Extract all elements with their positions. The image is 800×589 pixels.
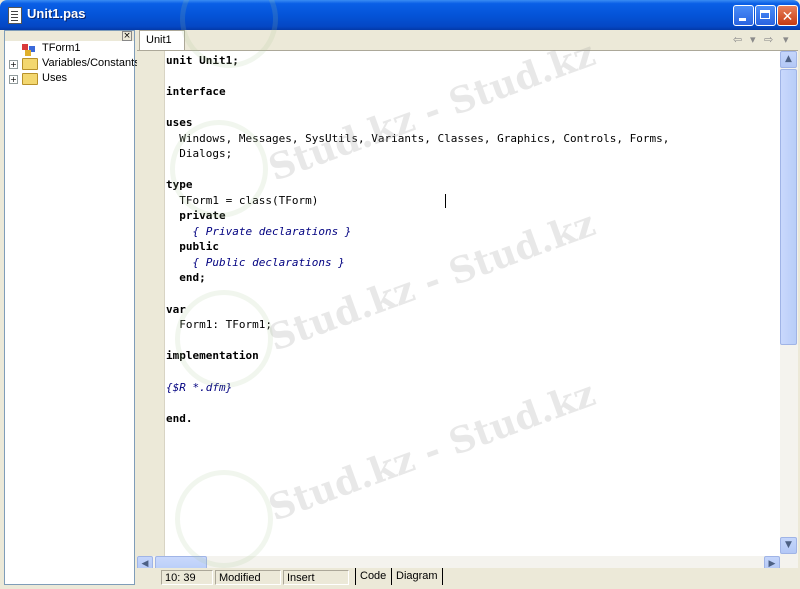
expand-icon[interactable]: + xyxy=(9,60,18,69)
code-line: TForm1 = class(TForm) xyxy=(166,194,319,207)
code-comment: { Private declarations } xyxy=(166,225,352,238)
code-line: var xyxy=(166,303,186,316)
modified-indicator: Modified xyxy=(215,570,281,585)
code-line: uses xyxy=(166,116,193,129)
tab-diagram[interactable]: Diagram xyxy=(391,568,443,585)
folder-icon xyxy=(22,58,38,70)
cursor-position: 10: 39 xyxy=(161,570,213,585)
editor-window: Unit1.pas ✕ × TForm1 + Variables/Constan… xyxy=(0,0,800,589)
code-line: end. xyxy=(166,412,193,425)
code-line: end; xyxy=(166,271,206,284)
code-line: public xyxy=(166,240,219,253)
explorer-header: × xyxy=(5,31,134,41)
code-line: Windows, Messages, SysUtils, Variants, C… xyxy=(166,132,670,145)
back-arrow-icon[interactable]: ⇦ xyxy=(733,33,742,46)
code-line: interface xyxy=(166,85,226,98)
insert-mode-indicator: Insert xyxy=(283,570,349,585)
minimize-button[interactable] xyxy=(733,5,754,26)
code-area[interactable]: unit Unit1; interface uses Windows, Mess… xyxy=(165,51,780,584)
forward-dropdown-icon[interactable]: ▾ xyxy=(783,33,789,46)
close-button[interactable]: ✕ xyxy=(777,5,798,26)
vertical-scrollbar[interactable]: ▲ ▼ xyxy=(780,51,798,584)
tree-item-label: TForm1 xyxy=(42,42,81,54)
code-comment: {$R *.dfm} xyxy=(166,381,233,394)
tree-item-label: Variables/Constants xyxy=(42,57,140,69)
editor-tab-bar: Unit1 ⇦ ▾ ⇨ ▾ xyxy=(137,30,798,51)
expand-icon[interactable]: + xyxy=(9,75,18,84)
document-icon xyxy=(8,7,22,24)
editor-gutter xyxy=(137,51,165,584)
status-bar: 10: 39 Modified Insert Code Diagram xyxy=(137,568,798,587)
forward-arrow-icon[interactable]: ⇨ xyxy=(764,33,773,46)
code-line: private xyxy=(166,209,226,222)
tree-item-label: Uses xyxy=(42,72,68,84)
code-line: Dialogs; xyxy=(166,147,233,160)
scroll-down-icon[interactable]: ▼ xyxy=(780,537,797,554)
code-editor: Unit1 ⇦ ▾ ⇨ ▾ unit Unit1; interface uses… xyxy=(137,30,798,587)
code-line: type xyxy=(166,178,193,191)
code-line: implementation xyxy=(166,349,259,362)
vertical-scroll-thumb[interactable] xyxy=(780,69,797,345)
title-bar[interactable]: Unit1.pas ✕ xyxy=(0,0,800,30)
text-caret xyxy=(445,194,446,208)
code-line: Form1: TForm1; xyxy=(166,318,272,331)
maximize-button[interactable] xyxy=(755,5,776,26)
code-comment: { Public declarations } xyxy=(166,256,345,269)
folder-icon xyxy=(22,73,38,85)
code-explorer: × TForm1 + Variables/Constants + Uses xyxy=(4,30,140,585)
tab-unit1[interactable]: Unit1 xyxy=(139,30,185,50)
class-icon xyxy=(21,42,37,56)
explorer-close-icon[interactable]: × xyxy=(122,31,132,41)
window-title: Unit1.pas xyxy=(27,6,86,21)
back-dropdown-icon[interactable]: ▾ xyxy=(750,33,756,46)
code-line: unit Unit1; xyxy=(166,54,239,67)
close-icon: ✕ xyxy=(781,9,794,25)
tab-code[interactable]: Code xyxy=(355,568,390,585)
scroll-up-icon[interactable]: ▲ xyxy=(780,51,797,68)
